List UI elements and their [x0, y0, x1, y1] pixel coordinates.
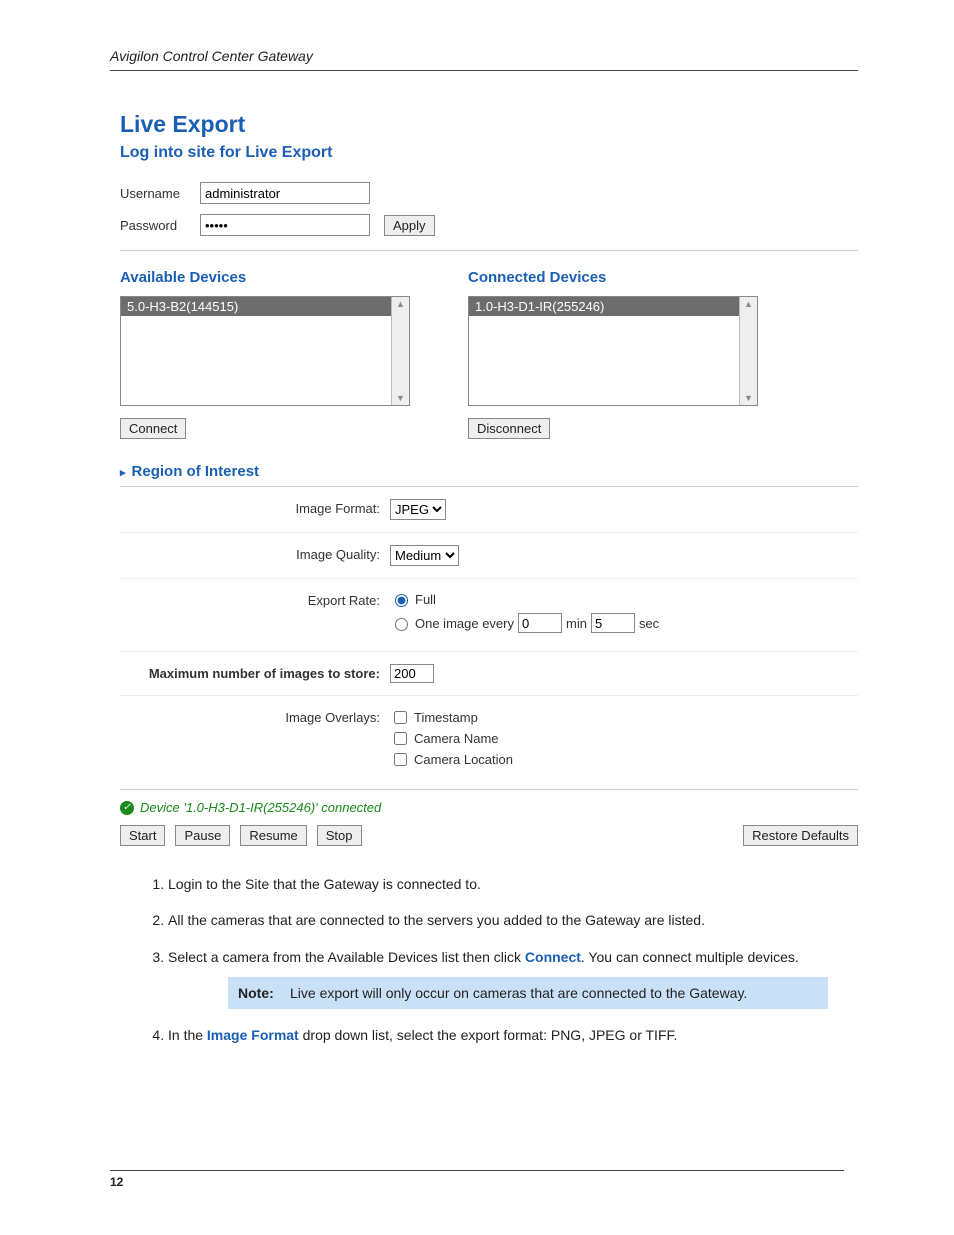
- image-format-select[interactable]: JPEG: [390, 499, 446, 520]
- image-format-keyword: Image Format: [207, 1027, 299, 1043]
- scroll-up-icon[interactable]: ▲: [744, 297, 753, 311]
- export-rate-interval-label: One image every: [415, 616, 514, 631]
- region-of-interest-toggle[interactable]: Region of Interest: [120, 463, 858, 480]
- connected-devices-list[interactable]: 1.0-H3-D1-IR(255246) ▲▼: [468, 296, 758, 406]
- note-label: Note:: [238, 983, 290, 1003]
- image-quality-label: Image Quality:: [130, 545, 390, 562]
- divider: [120, 250, 858, 251]
- login-heading: Log into site for Live Export: [120, 144, 858, 162]
- start-button[interactable]: Start: [120, 825, 165, 846]
- max-images-input[interactable]: [390, 664, 434, 683]
- available-devices-list[interactable]: 5.0-H3-B2(144515) ▲▼: [120, 296, 410, 406]
- min-unit: min: [566, 616, 587, 631]
- password-input[interactable]: [200, 214, 370, 236]
- export-rate-interval-radio[interactable]: [395, 618, 408, 631]
- password-label: Password: [120, 218, 200, 233]
- image-format-label: Image Format:: [130, 499, 390, 516]
- scrollbar[interactable]: ▲▼: [739, 297, 757, 405]
- step-3: Select a camera from the Available Devic…: [168, 947, 858, 1010]
- scroll-down-icon[interactable]: ▼: [744, 391, 753, 405]
- page-number: 12: [110, 1170, 844, 1189]
- connected-devices-heading: Connected Devices: [468, 269, 758, 286]
- interval-min-input[interactable]: [518, 613, 562, 633]
- overlay-camera-location-checkbox[interactable]: [394, 753, 407, 766]
- apply-button[interactable]: Apply: [384, 215, 435, 236]
- scroll-up-icon[interactable]: ▲: [396, 297, 405, 311]
- connect-keyword: Connect: [525, 949, 581, 965]
- overlay-timestamp-label: Timestamp: [414, 710, 478, 725]
- export-rate-full-label: Full: [415, 592, 436, 607]
- step-2: All the cameras that are connected to th…: [168, 910, 858, 930]
- doc-header: Avigilon Control Center Gateway: [110, 48, 858, 71]
- sec-unit: sec: [639, 616, 659, 631]
- image-overlays-label: Image Overlays:: [130, 708, 390, 725]
- stop-button[interactable]: Stop: [317, 825, 362, 846]
- check-icon: ✓: [120, 801, 134, 815]
- overlay-camera-name-checkbox[interactable]: [394, 732, 407, 745]
- scrollbar[interactable]: ▲▼: [391, 297, 409, 405]
- max-images-label: Maximum number of images to store:: [130, 664, 390, 681]
- connect-button[interactable]: Connect: [120, 418, 186, 439]
- overlay-camera-location-label: Camera Location: [414, 752, 513, 767]
- step-4: In the Image Format drop down list, sele…: [168, 1025, 858, 1045]
- list-item[interactable]: 1.0-H3-D1-IR(255246): [469, 297, 739, 316]
- resume-button[interactable]: Resume: [240, 825, 306, 846]
- export-rate-full-radio[interactable]: [395, 594, 408, 607]
- page-title: Live Export: [120, 111, 858, 138]
- pause-button[interactable]: Pause: [175, 825, 230, 846]
- overlay-timestamp-checkbox[interactable]: [394, 711, 407, 724]
- image-quality-select[interactable]: Medium: [390, 545, 459, 566]
- username-input[interactable]: [200, 182, 370, 204]
- scroll-down-icon[interactable]: ▼: [396, 391, 405, 405]
- step-1: Login to the Site that the Gateway is co…: [168, 874, 858, 894]
- available-devices-heading: Available Devices: [120, 269, 410, 286]
- list-item[interactable]: 5.0-H3-B2(144515): [121, 297, 391, 316]
- username-label: Username: [120, 186, 200, 201]
- status-text: Device '1.0-H3-D1-IR(255246)' connected: [140, 800, 381, 815]
- overlay-camera-name-label: Camera Name: [414, 731, 499, 746]
- divider: [120, 789, 858, 790]
- note-text: Live export will only occur on cameras t…: [290, 983, 747, 1003]
- disconnect-button[interactable]: Disconnect: [468, 418, 550, 439]
- interval-sec-input[interactable]: [591, 613, 635, 633]
- note-box: Note: Live export will only occur on cam…: [228, 977, 828, 1009]
- export-rate-label: Export Rate:: [130, 591, 390, 608]
- restore-defaults-button[interactable]: Restore Defaults: [743, 825, 858, 846]
